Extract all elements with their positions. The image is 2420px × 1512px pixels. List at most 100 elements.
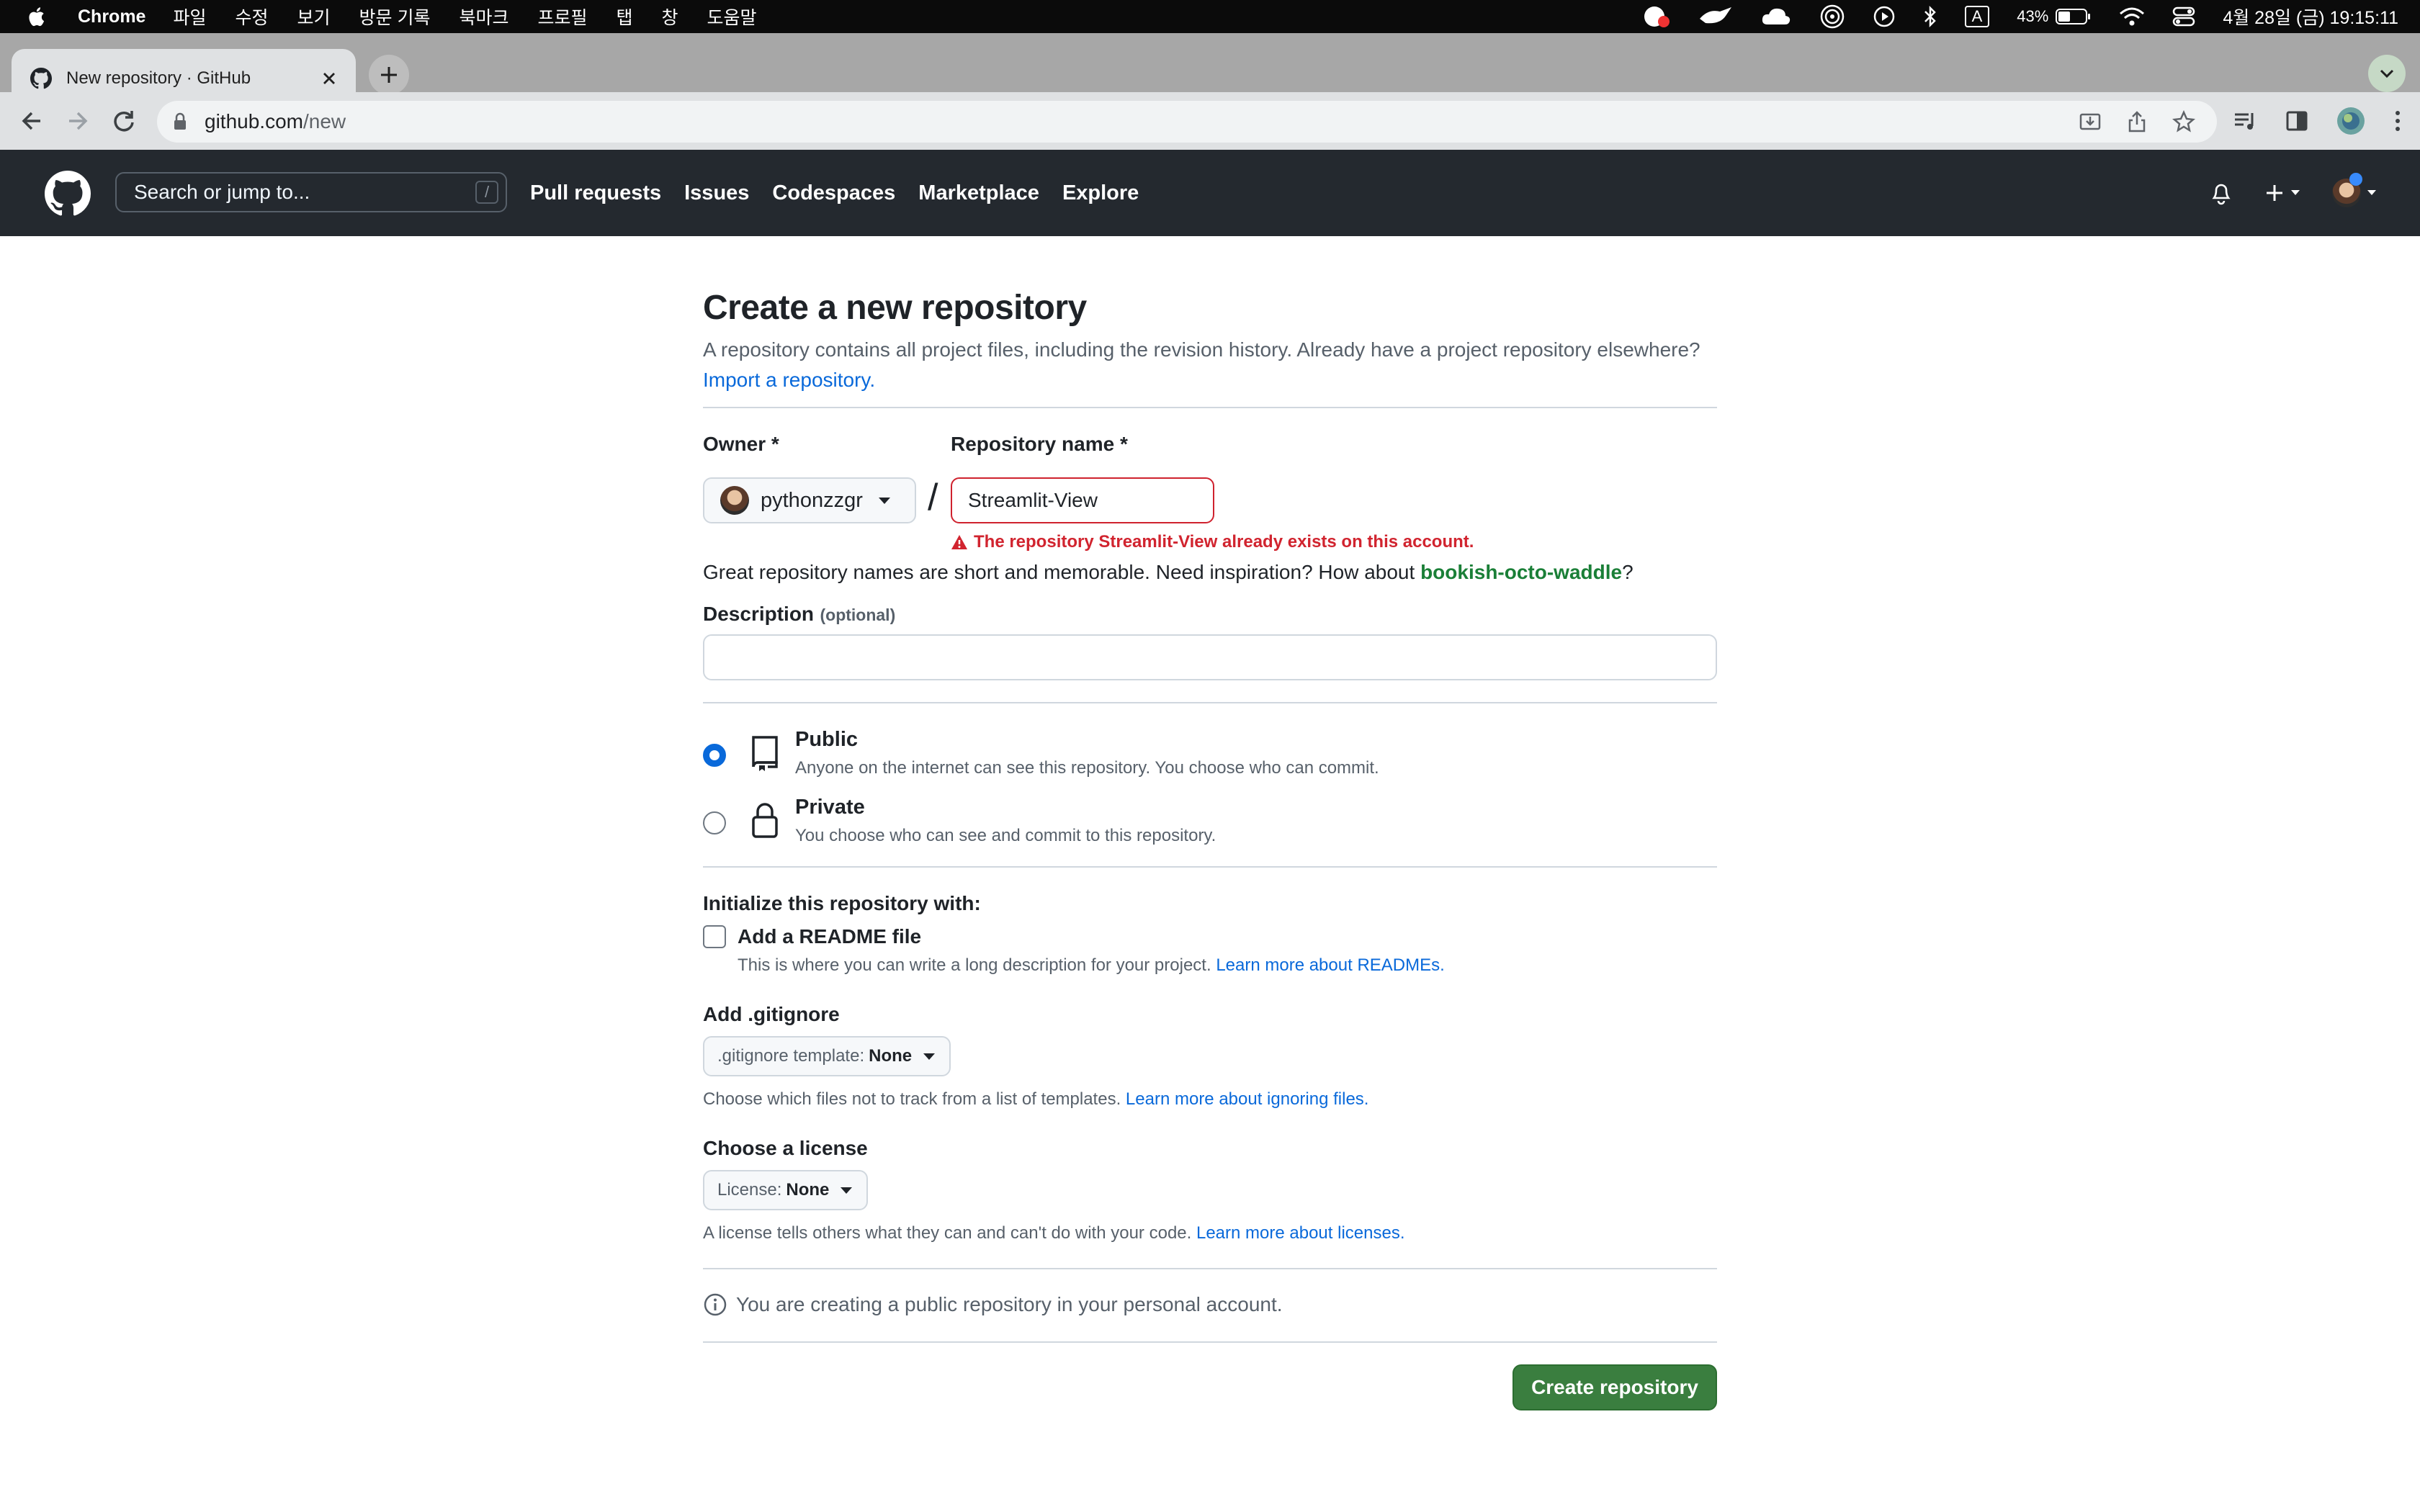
- info-note-text: You are creating a public repository in …: [736, 1293, 1283, 1315]
- license-select-wrap: License: None: [703, 1170, 1717, 1210]
- menu-window[interactable]: 창: [662, 4, 678, 30]
- new-tab-button[interactable]: [369, 55, 409, 95]
- info-note: You are creating a public repository in …: [703, 1292, 1717, 1317]
- side-panel-icon[interactable]: [2286, 110, 2308, 132]
- menu-bookmarks[interactable]: 북마크: [459, 4, 508, 30]
- readme-option[interactable]: Add a README file: [703, 925, 1717, 948]
- apple-logo-icon[interactable]: [26, 4, 49, 29]
- battery-status[interactable]: 43%: [2017, 7, 2092, 26]
- menu-help[interactable]: 도움말: [707, 4, 757, 30]
- public-radio[interactable]: [703, 744, 726, 767]
- readme-note: This is where you can write a long descr…: [738, 955, 1717, 976]
- gitignore-learn-more-link[interactable]: Learn more about ignoring files.: [1126, 1089, 1369, 1109]
- lock-icon[interactable]: [173, 112, 187, 131]
- bluetooth-icon[interactable]: [1923, 5, 1937, 28]
- app-menu-chrome[interactable]: Chrome: [78, 6, 145, 27]
- readme-learn-more-link[interactable]: Learn more about READMEs.: [1216, 955, 1444, 975]
- nav-codespaces[interactable]: Codespaces: [772, 181, 895, 205]
- tab-search-button[interactable]: [2368, 55, 2406, 92]
- wifi-icon[interactable]: [2119, 6, 2145, 27]
- dolphin-app-icon[interactable]: [1698, 6, 1733, 27]
- license-learn-more-link[interactable]: Learn more about licenses.: [1196, 1223, 1405, 1243]
- menu-edit[interactable]: 수정: [235, 4, 268, 30]
- clock[interactable]: 4월 28일 (금) 19:15:11: [2223, 4, 2398, 30]
- user-menu-dropdown[interactable]: [2332, 173, 2377, 207]
- plus-icon: [381, 67, 397, 83]
- media-queue-icon[interactable]: [2233, 109, 2257, 133]
- gitignore-template-select[interactable]: .gitignore template: None: [703, 1036, 951, 1076]
- owner-label: Owner *: [703, 433, 779, 455]
- menu-view[interactable]: 보기: [297, 4, 331, 30]
- install-app-icon[interactable]: [2079, 110, 2102, 133]
- browser-toolbar: github.com/new: [0, 92, 2420, 150]
- create-repository-button[interactable]: Create repository: [1512, 1364, 1717, 1410]
- private-radio[interactable]: [703, 811, 726, 834]
- nav-pull-requests[interactable]: Pull requests: [530, 181, 661, 205]
- macos-menubar: Chrome 파일 수정 보기 방문 기록 북마크 프로필 탭 창 도움말 A …: [0, 0, 2420, 33]
- description-input[interactable]: [703, 634, 1717, 680]
- tab-title: New repository · GitHub: [66, 68, 251, 88]
- battery-icon: [2056, 9, 2091, 24]
- visibility-group: Public Anyone on the internet can see th…: [703, 728, 1717, 863]
- control-center-icon[interactable]: [2172, 6, 2195, 27]
- repo-name-label: Repository name *: [951, 433, 1128, 455]
- url-path: /new: [302, 110, 346, 132]
- cloud-icon[interactable]: [1760, 6, 1792, 27]
- divider: [703, 1341, 1717, 1343]
- import-repository-link[interactable]: Import a repository.: [703, 369, 875, 391]
- address-bar[interactable]: github.com/new: [157, 101, 2217, 143]
- url-host: github.com: [205, 110, 303, 132]
- battery-percent: 43%: [2017, 7, 2049, 25]
- nav-explore[interactable]: Explore: [1062, 181, 1139, 205]
- back-icon[interactable]: [17, 107, 46, 135]
- github-search-input[interactable]: Search or jump to... /: [115, 172, 507, 212]
- notification-app-icon[interactable]: [1642, 4, 1671, 29]
- menu-history[interactable]: 방문 기록: [359, 4, 431, 30]
- github-header: Search or jump to... / Pull requests Iss…: [0, 150, 2420, 236]
- share-icon[interactable]: [2126, 110, 2148, 133]
- optional-hint: (optional): [820, 606, 896, 624]
- readme-checkbox[interactable]: [703, 925, 726, 948]
- gitignore-select-value: None: [869, 1046, 913, 1066]
- close-tab-icon[interactable]: [321, 71, 337, 86]
- menu-file[interactable]: 파일: [173, 4, 206, 30]
- lock-icon: [752, 803, 778, 838]
- public-desc: Anyone on the internet can see this repo…: [795, 758, 1379, 778]
- bookmark-star-icon[interactable]: [2172, 110, 2195, 133]
- create-new-dropdown[interactable]: [2264, 183, 2300, 203]
- caret-down-icon: [2367, 190, 2376, 195]
- play-circle-icon[interactable]: [1873, 5, 1896, 28]
- license-select[interactable]: License: None: [703, 1170, 869, 1210]
- visibility-public-option[interactable]: Public Anyone on the internet can see th…: [703, 728, 1717, 796]
- suggested-name[interactable]: bookish-octo-waddle: [1420, 561, 1622, 583]
- license-select-prefix: License:: [717, 1180, 782, 1200]
- nav-marketplace[interactable]: Marketplace: [918, 181, 1039, 205]
- reload-icon[interactable]: [109, 107, 138, 135]
- init-heading: Initialize this repository with:: [703, 892, 981, 914]
- divider: [703, 407, 1717, 408]
- repository-name-input[interactable]: Streamlit-View: [951, 477, 1214, 523]
- airdrop-icon[interactable]: [1819, 4, 1845, 29]
- input-source[interactable]: A: [1964, 6, 1990, 27]
- info-icon: [704, 1293, 727, 1316]
- menu-tab[interactable]: 탭: [617, 4, 633, 30]
- notifications-bell-icon[interactable]: [2210, 181, 2233, 205]
- nav-issues[interactable]: Issues: [684, 181, 749, 205]
- description-label: Description: [703, 603, 815, 625]
- menu-profiles[interactable]: 프로필: [537, 4, 587, 30]
- readme-label[interactable]: Add a README file: [738, 925, 921, 948]
- github-nav: Pull requests Issues Codespaces Marketpl…: [530, 150, 1139, 236]
- forward-icon[interactable]: [63, 107, 92, 135]
- owner-repo-separator: /: [928, 477, 938, 518]
- owner-value: pythonzzgr: [761, 488, 863, 512]
- github-logo-icon[interactable]: [45, 171, 91, 217]
- input-source-label: A: [1964, 6, 1990, 27]
- error-text: The repository Streamlit-View already ex…: [974, 532, 1474, 552]
- owner-select[interactable]: pythonzzgr: [703, 477, 916, 523]
- more-menu-icon[interactable]: [2394, 109, 2401, 133]
- profile-avatar-icon[interactable]: [2336, 107, 2365, 135]
- owner-avatar: [720, 486, 749, 515]
- gitignore-note-text: Choose which files not to track from a l…: [703, 1089, 1121, 1109]
- visibility-private-option[interactable]: Private You choose who can see and commi…: [703, 796, 1717, 863]
- private-desc: You choose who can see and commit to thi…: [795, 826, 1216, 845]
